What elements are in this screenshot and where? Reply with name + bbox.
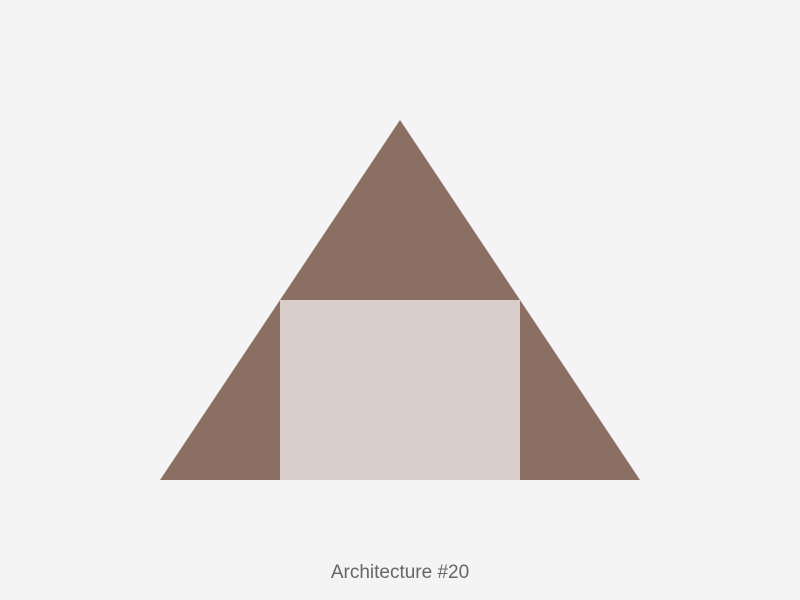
- architecture-canvas: Architecture #20: [0, 0, 800, 600]
- architecture-illustration: [160, 120, 640, 480]
- house-wall: [280, 300, 520, 480]
- caption: Architecture #20: [330, 562, 470, 583]
